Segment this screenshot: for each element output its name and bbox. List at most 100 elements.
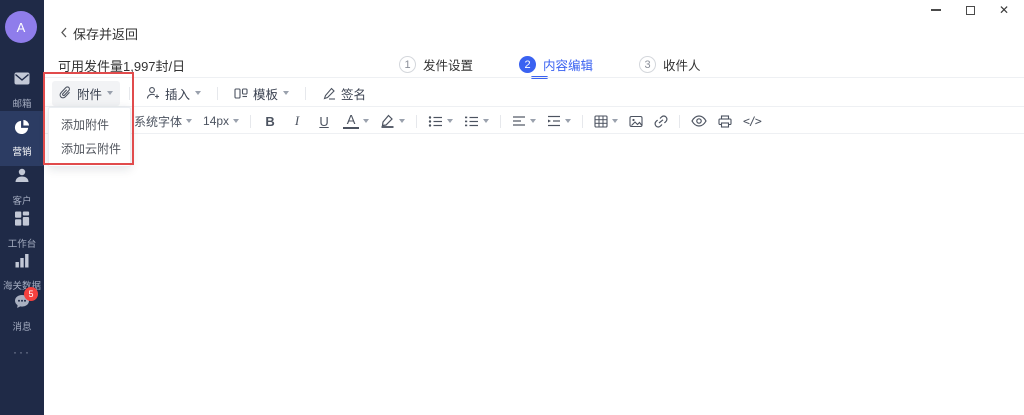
- sidebar: A 邮箱 营销 客户 工作台 海关数据 5 消息: [0, 0, 44, 415]
- back-chevron-icon: [60, 26, 68, 41]
- message-count-badge: 5: [24, 287, 38, 301]
- image-button[interactable]: [629, 115, 643, 128]
- sidebar-item-workbench[interactable]: 工作台: [0, 210, 44, 250]
- preview-eye-button[interactable]: [691, 115, 707, 127]
- attachment-dropdown-menu: 添加附件 添加云附件: [48, 107, 131, 167]
- step-label: 收件人: [663, 55, 701, 74]
- font-size-value: 14px: [203, 114, 229, 128]
- font-family-value: 系统字体: [134, 113, 182, 130]
- chevron-down-icon: [233, 119, 239, 123]
- divider: [44, 106, 1024, 107]
- font-color-letter: A: [343, 113, 359, 129]
- chevron-down-icon: [363, 119, 369, 123]
- signature-pen-icon: [322, 87, 336, 100]
- step-recipients[interactable]: 3 收件人: [639, 55, 701, 74]
- code-view-button[interactable]: </>: [743, 114, 761, 128]
- chevron-down-icon: [399, 119, 405, 123]
- divider: [679, 115, 680, 128]
- chevron-down-icon: [483, 119, 489, 123]
- person-add-icon: [146, 86, 160, 100]
- sidebar-item-customs-data[interactable]: 海关数据: [0, 252, 44, 292]
- attachment-label: 附件: [77, 84, 102, 103]
- editor-action-toolbar: 附件 插入 模板 签名: [52, 82, 373, 104]
- person-icon: [13, 167, 31, 184]
- highlight-icon: [380, 114, 395, 128]
- divider: [500, 115, 501, 128]
- template-icon: [234, 87, 248, 100]
- step-content-edit[interactable]: 2 内容编辑: [519, 55, 593, 74]
- maximize-icon[interactable]: [960, 2, 980, 18]
- underline-button[interactable]: U: [316, 114, 332, 129]
- font-size-select[interactable]: 14px: [203, 114, 239, 128]
- chevron-down-icon: [186, 119, 192, 123]
- numbered-list-icon: [464, 115, 479, 128]
- divider: [416, 115, 417, 128]
- bar-chart-icon: [13, 252, 31, 269]
- italic-button[interactable]: I: [289, 113, 305, 129]
- chevron-down-icon: [612, 119, 618, 123]
- divider: [44, 77, 1024, 78]
- divider: [129, 87, 130, 100]
- format-toolbar: 系统字体 14px B I U A: [134, 109, 761, 133]
- numbered-list-button[interactable]: [464, 115, 489, 128]
- align-button[interactable]: [512, 115, 536, 127]
- step-send-settings[interactable]: 1 发件设置: [399, 55, 473, 74]
- sidebar-item-label: 营销: [1, 143, 43, 157]
- chat-icon: 5: [13, 293, 31, 310]
- window-controls: ✕: [926, 2, 1014, 18]
- template-label: 模板: [253, 84, 278, 103]
- step-number: 1: [399, 56, 416, 73]
- signature-button[interactable]: 签名: [315, 81, 373, 106]
- highlight-color-button[interactable]: [380, 114, 405, 128]
- indent-button[interactable]: [547, 115, 571, 127]
- chevron-down-icon: [107, 91, 113, 95]
- step-indicator: 1 发件设置 2 内容编辑 3 收件人: [399, 55, 701, 74]
- grid-icon: [13, 210, 31, 227]
- divider: [250, 115, 251, 128]
- sidebar-item-label: 邮箱: [1, 95, 43, 109]
- mail-icon: [13, 70, 31, 87]
- step-number: 2: [519, 56, 536, 73]
- avatar[interactable]: A: [5, 11, 37, 43]
- font-color-button[interactable]: A: [343, 113, 369, 129]
- minimize-icon[interactable]: [926, 2, 946, 18]
- sidebar-more-button[interactable]: ···: [0, 345, 44, 359]
- chevron-down-icon: [565, 119, 571, 123]
- chevron-down-icon: [447, 119, 453, 123]
- chevron-down-icon: [283, 91, 289, 95]
- step-label: 内容编辑: [543, 55, 593, 74]
- table-icon: [594, 115, 608, 128]
- bold-button[interactable]: B: [262, 114, 278, 129]
- pie-chart-icon: [13, 118, 31, 135]
- menu-item-add-cloud-attachment[interactable]: 添加云附件: [49, 137, 130, 161]
- paperclip-icon: [59, 86, 72, 100]
- font-family-select[interactable]: 系统字体: [134, 113, 192, 130]
- align-left-icon: [512, 115, 526, 127]
- sidebar-item-label: 消息: [1, 318, 43, 332]
- insert-button[interactable]: 插入: [139, 81, 208, 106]
- close-icon[interactable]: ✕: [994, 2, 1014, 18]
- link-button[interactable]: [654, 115, 668, 128]
- menu-item-add-attachment[interactable]: 添加附件: [49, 113, 130, 137]
- indent-icon: [547, 115, 561, 127]
- step-number: 3: [639, 56, 656, 73]
- bullet-list-button[interactable]: [428, 115, 453, 128]
- sidebar-item-messages[interactable]: 5 消息: [0, 293, 44, 333]
- print-button[interactable]: [718, 115, 732, 128]
- insert-label: 插入: [165, 84, 190, 103]
- table-button[interactable]: [594, 115, 618, 128]
- sidebar-item-customers[interactable]: 客户: [0, 167, 44, 207]
- sidebar-item-label: 客户: [1, 192, 43, 206]
- back-button[interactable]: 保存并返回: [60, 24, 138, 43]
- template-button[interactable]: 模板: [227, 81, 296, 106]
- send-quota-text: 可用发件量1,997封/日: [58, 56, 185, 75]
- editor-canvas[interactable]: [44, 134, 1024, 415]
- chevron-down-icon: [195, 91, 201, 95]
- sidebar-item-marketing[interactable]: 营销: [0, 111, 44, 166]
- sidebar-item-mail[interactable]: 邮箱: [0, 70, 44, 110]
- divider: [582, 115, 583, 128]
- back-label: 保存并返回: [73, 24, 138, 43]
- divider: [305, 87, 306, 100]
- attachment-button[interactable]: 附件: [52, 81, 120, 106]
- chevron-down-icon: [530, 119, 536, 123]
